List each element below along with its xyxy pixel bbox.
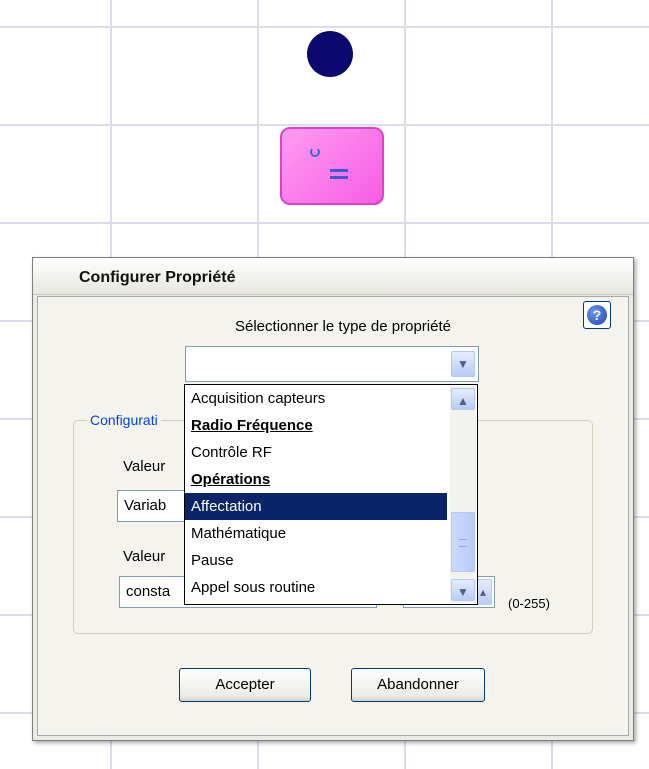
scrollbar-thumb[interactable]	[451, 512, 475, 572]
dialog-title: Configurer Propriété	[79, 269, 236, 286]
property-type-select[interactable]: ▼	[185, 346, 479, 382]
configuration-group-legend: Configurati	[87, 412, 161, 428]
value2-text: consta	[126, 583, 171, 600]
chevron-down-icon[interactable]: ▼	[451, 579, 475, 601]
refresh-icon	[310, 147, 320, 157]
value2-label: Valeur	[123, 548, 166, 565]
dropdown-option-controle-rf[interactable]: Contrôle RF	[185, 439, 447, 466]
cancel-button[interactable]: Abandonner	[351, 668, 485, 702]
dialog-titlebar[interactable]: Configurer Propriété	[33, 258, 633, 295]
property-node-block[interactable]	[280, 127, 384, 205]
property-type-dropdown-list[interactable]: Acquisition capteurs Radio Fréquence Con…	[184, 384, 478, 605]
help-question-icon: ?	[587, 305, 607, 325]
value1-label: Valeur	[123, 458, 166, 475]
dropdown-option-acquisition-capteurs[interactable]: Acquisition capteurs	[185, 385, 447, 412]
property-type-label: Sélectionner le type de propriété	[235, 318, 451, 335]
help-button[interactable]: ?	[583, 301, 611, 329]
accept-button[interactable]: Accepter	[179, 668, 311, 702]
start-node-circle[interactable]	[307, 31, 353, 77]
dropdown-option-affectation[interactable]: Affectation	[185, 493, 447, 520]
dropdown-option-appel-sous-routine[interactable]: Appel sous routine	[185, 574, 447, 601]
dropdown-group-radio-frequence: Radio Fréquence	[191, 417, 313, 434]
equals-icon	[330, 169, 348, 179]
dropdown-option-pause[interactable]: Pause	[185, 547, 447, 574]
dropdown-scrollbar[interactable]: ▲ ▼	[450, 386, 476, 603]
dropdown-option-mathematique[interactable]: Mathématique	[185, 520, 447, 547]
grip-icon	[459, 539, 467, 547]
range-hint-label: (0-255)	[508, 596, 550, 611]
dropdown-group-operations: Opérations	[191, 471, 271, 488]
chevron-down-icon[interactable]: ▼	[451, 351, 475, 377]
chevron-up-icon[interactable]: ▲	[451, 388, 475, 410]
